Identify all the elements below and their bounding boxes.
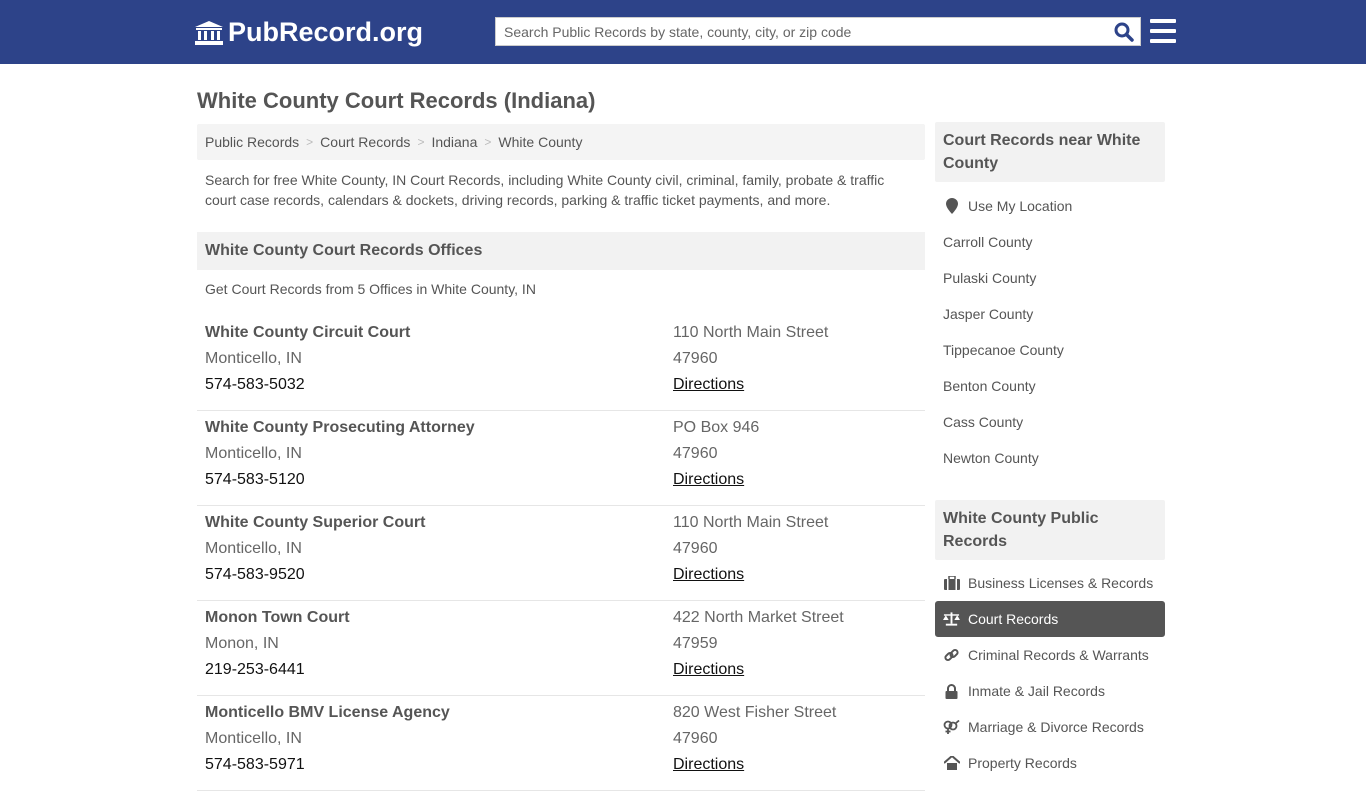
nearby-county-link[interactable]: Pulaski County (935, 260, 1165, 296)
sidebar-nearby: Court Records near White County Use My L… (935, 122, 1165, 476)
office-item: White County Superior Court Monticello, I… (197, 506, 925, 601)
hamburger-menu-icon[interactable] (1150, 19, 1176, 43)
office-item: Monticello BMV License Agency Monticello,… (197, 696, 925, 791)
office-address: 110 North Main Street (673, 324, 829, 341)
public-records-title: White County Public Records (935, 500, 1165, 560)
sidebar-item-label: Property Records (968, 755, 1077, 771)
link-icon (943, 648, 960, 663)
office-item: Monon Town Court Monon, IN 219-253-6441 42… (197, 601, 925, 696)
use-my-location[interactable]: Use My Location (935, 188, 1165, 224)
sidebar-item-court-records[interactable]: Court Records (935, 601, 1165, 637)
office-zip: 47960 (673, 350, 718, 367)
sidebar-item-business[interactable]: Business Licenses & Records (935, 565, 1165, 601)
nearby-county-link[interactable]: Jasper County (935, 296, 1165, 332)
page-title: White County Court Records (Indiana) (197, 88, 596, 113)
main-content: Public Records > Court Records > Indiana > … (197, 124, 925, 791)
office-name[interactable]: White County Superior Court (205, 510, 673, 536)
use-location-label: Use My Location (968, 198, 1073, 214)
office-zip: 47960 (673, 730, 718, 747)
offices-subtitle: Get Court Records from 5 Offices in Whit… (205, 281, 536, 297)
sidebar-item-label: Inmate & Jail Records (968, 683, 1105, 699)
nearby-title: Court Records near White County (935, 122, 1165, 182)
office-phone[interactable]: 574-583-5032 (205, 372, 673, 398)
search-input[interactable] (496, 18, 1108, 45)
office-name[interactable]: White County Prosecuting Attorney (205, 415, 673, 441)
logo-text: PubRecord.org (228, 17, 424, 47)
offices-list: White County Circuit Court Monticello, IN… (197, 316, 925, 791)
lock-icon (943, 683, 960, 699)
sidebar-item-marriage[interactable]: Marriage & Divorce Records (935, 709, 1165, 745)
office-name[interactable]: Monticello BMV License Agency (205, 700, 673, 726)
search-icon (1114, 22, 1134, 42)
sidebar-public-records: White County Public Records Business Lic… (935, 500, 1165, 781)
office-phone[interactable]: 574-583-9520 (205, 562, 673, 588)
office-address: 110 North Main Street (673, 514, 829, 531)
office-address: PO Box 946 (673, 419, 760, 436)
office-zip: 47960 (673, 540, 718, 557)
venus-mars-icon (943, 719, 960, 735)
nearby-county-link[interactable]: Cass County (935, 404, 1165, 440)
office-name[interactable]: Monon Town Court (205, 605, 673, 631)
office-phone[interactable]: 219-253-6441 (205, 657, 673, 683)
intro-text: Search for free White County, IN Court R… (205, 172, 885, 208)
office-item: White County Prosecuting Attorney Montice… (197, 411, 925, 506)
sidebar-item-label: Marriage & Divorce Records (968, 719, 1144, 735)
site-logo[interactable]: PubRecord.org (195, 17, 423, 48)
nearby-county-link[interactable]: Carroll County (935, 224, 1165, 260)
directions-link[interactable]: Directions (673, 752, 836, 778)
search-bar (495, 17, 1141, 46)
directions-link[interactable]: Directions (673, 372, 828, 398)
nearby-county-link[interactable]: Benton County (935, 368, 1165, 404)
scale-icon (943, 612, 960, 626)
sidebar-item-label: Business Licenses & Records (968, 575, 1154, 591)
nearby-county-link[interactable]: Newton County (935, 440, 1165, 476)
office-phone[interactable]: 574-583-5120 (205, 467, 673, 493)
directions-link[interactable]: Directions (673, 467, 759, 493)
directions-link[interactable]: Directions (673, 562, 828, 588)
directions-link[interactable]: Directions (673, 657, 844, 683)
nearby-county-link[interactable]: Tippecanoe County (935, 332, 1165, 368)
courthouse-icon (195, 20, 223, 45)
offices-section-title: White County Court Records Offices (197, 232, 925, 270)
top-nav-bar: PubRecord.org (0, 0, 1366, 64)
office-name[interactable]: White County Circuit Court (205, 320, 673, 346)
office-address: 820 West Fisher Street (673, 704, 837, 721)
office-address: 422 North Market Street (673, 609, 844, 626)
search-button[interactable] (1108, 18, 1140, 45)
sidebar-item-label: Criminal Records & Warrants (968, 647, 1149, 663)
map-marker-icon (943, 198, 960, 214)
office-zip: 47960 (673, 445, 718, 462)
office-city: Monticello, IN (205, 540, 302, 557)
office-item: White County Circuit Court Monticello, IN… (197, 316, 925, 411)
office-city: Monon, IN (205, 635, 279, 652)
sidebar-item-label: Court Records (968, 611, 1059, 627)
office-city: Monticello, IN (205, 730, 302, 747)
sidebar-item-inmate[interactable]: Inmate & Jail Records (935, 673, 1165, 709)
sidebar-item-criminal[interactable]: Criminal Records & Warrants (935, 637, 1165, 673)
sidebar-item-property[interactable]: Property Records (935, 745, 1165, 781)
briefcase-icon (943, 576, 960, 590)
office-phone[interactable]: 574-583-5971 (205, 752, 673, 778)
office-city: Monticello, IN (205, 445, 302, 462)
office-zip: 47959 (673, 635, 718, 652)
office-city: Monticello, IN (205, 350, 302, 367)
